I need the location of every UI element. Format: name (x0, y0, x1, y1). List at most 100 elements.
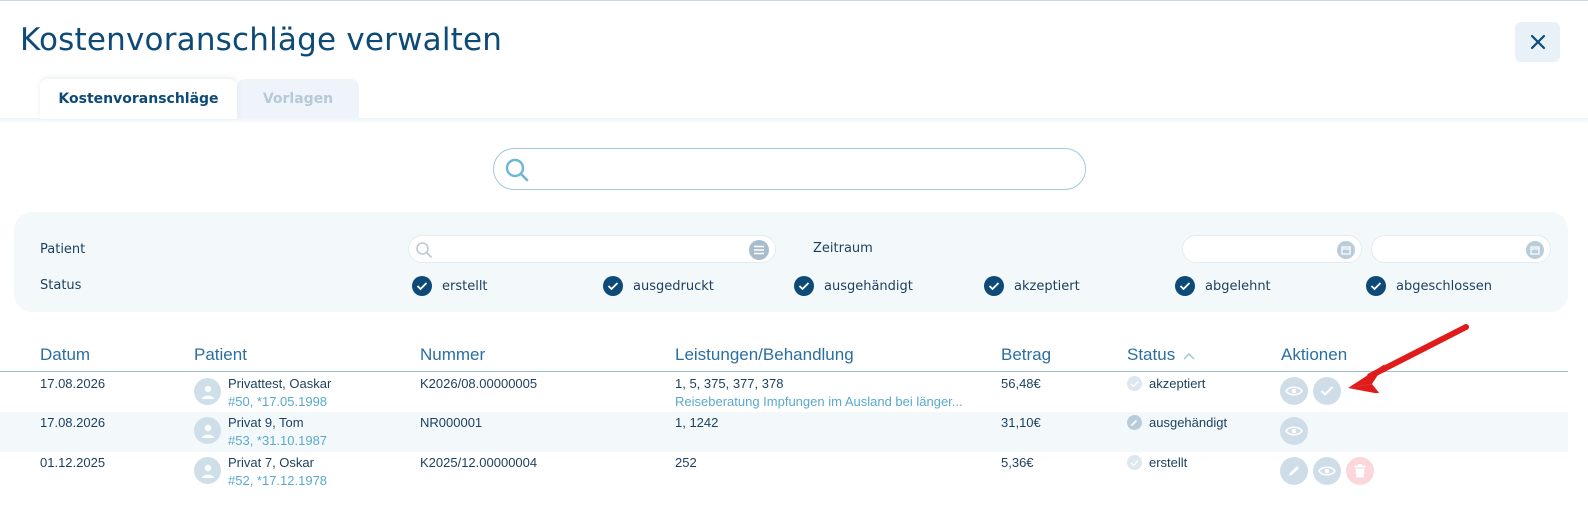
cell-patient-name[interactable]: Privattest, Oaskar (228, 376, 331, 391)
page-title: Kostenvoranschläge verwalten (20, 22, 503, 58)
status-filter-label: Status (40, 278, 82, 293)
eye-icon (1285, 426, 1303, 436)
check-icon (1320, 386, 1334, 396)
status-checkbox-label: erstellt (442, 278, 488, 294)
edit-button[interactable] (1280, 457, 1308, 485)
check-icon (988, 282, 1000, 291)
cell-nummer: K2025/12.00000004 (420, 455, 538, 470)
checkbox-checked (412, 276, 432, 296)
patient-filter-input[interactable] (439, 241, 735, 259)
cell-nummer: NR000001 (420, 415, 483, 430)
column-header-datum[interactable]: Datum (40, 345, 90, 365)
check-icon (607, 282, 619, 291)
status-checkbox-label: abgelehnt (1205, 278, 1271, 294)
date-from-field (1182, 235, 1362, 263)
cell-datum: 17.08.2026 (40, 376, 106, 391)
patient-list-button[interactable] (749, 240, 769, 260)
column-header-betrag[interactable]: Betrag (1001, 345, 1051, 365)
status-accepted-icon (1127, 376, 1142, 391)
search-input[interactable] (539, 157, 1069, 181)
date-to-input[interactable] (1384, 241, 1514, 259)
annotation-arrow-icon (1348, 324, 1469, 393)
column-header-patient[interactable]: Patient (194, 345, 247, 365)
cell-datum: 17.08.2026 (40, 415, 106, 430)
cell-status: akzeptiert (1149, 376, 1206, 391)
cell-leistungen-description: Reiseberatung Impfungen im Ausland bei l… (675, 394, 963, 409)
status-checkbox-abgeschlossen[interactable]: abgeschlossen (1366, 276, 1492, 296)
checkbox-checked (1175, 276, 1195, 296)
cell-nummer: K2026/08.00000005 (420, 376, 538, 391)
status-checkbox-ausgehaendigt[interactable]: ausgehändigt (794, 276, 913, 296)
status-checkbox-ausgedruckt[interactable]: ausgedruckt (603, 276, 714, 296)
main-search-box (493, 148, 1086, 190)
pencil-icon (1289, 466, 1299, 476)
cell-datum: 01.12.2025 (40, 455, 106, 470)
date-from-calendar-button[interactable] (1337, 241, 1355, 259)
list-icon (754, 245, 764, 255)
column-header-leistungen[interactable]: Leistungen/Behandlung (675, 345, 854, 365)
check-icon (416, 282, 428, 291)
status-checkbox-erstellt[interactable]: erstellt (412, 276, 488, 296)
avatar (194, 378, 221, 405)
column-header-nummer[interactable]: Nummer (420, 345, 485, 365)
tab-vorlagen[interactable]: Vorlagen (237, 79, 359, 119)
tab-kostenvoranschlaege[interactable]: Kostenvoranschläge (40, 79, 237, 119)
cell-patient-details: #53, *31.10.1987 (228, 433, 328, 448)
user-icon (201, 464, 214, 478)
status-handed-out-icon (1127, 415, 1142, 430)
search-icon (416, 242, 432, 258)
cell-patient-details: #50, *17.05.1998 (228, 394, 328, 409)
status-created-icon (1127, 455, 1142, 470)
date-from-input[interactable] (1195, 241, 1325, 259)
calendar-icon (1341, 246, 1351, 255)
calendar-icon (1530, 246, 1540, 255)
tab-bar: Kostenvoranschläge Vorlagen (40, 79, 359, 119)
check-icon (1370, 282, 1382, 291)
tab-divider (0, 118, 1588, 124)
accept-button[interactable] (1313, 377, 1341, 405)
cell-patient-name[interactable]: Privat 7, Oskar (228, 455, 314, 470)
cell-betrag: 56,48€ (1001, 376, 1041, 391)
status-checkbox-label: abgeschlossen (1396, 278, 1492, 294)
cell-betrag: 5,36€ (1001, 455, 1034, 470)
cell-patient-name[interactable]: Privat 9, Tom (228, 415, 304, 430)
column-header-status-label: Status (1127, 345, 1176, 364)
eye-icon (1285, 386, 1303, 396)
patient-filter-field (408, 235, 776, 263)
column-header-status[interactable]: Status (1127, 345, 1195, 365)
eye-icon (1318, 466, 1336, 476)
view-button[interactable] (1313, 457, 1341, 485)
cell-leistungen: 1, 1242 (675, 415, 719, 430)
status-checkbox-label: ausgedruckt (633, 278, 714, 294)
cell-status: ausgehändigt (1149, 415, 1228, 430)
avatar (194, 417, 221, 444)
user-icon (201, 385, 214, 399)
status-checkbox-abgelehnt[interactable]: abgelehnt (1175, 276, 1271, 296)
checkbox-checked (603, 276, 623, 296)
view-button[interactable] (1280, 377, 1308, 405)
checkbox-checked (794, 276, 814, 296)
close-button[interactable] (1515, 22, 1560, 62)
check-icon (1179, 282, 1191, 291)
user-icon (201, 424, 214, 438)
cell-leistungen: 252 (675, 455, 697, 470)
close-icon (1530, 34, 1545, 50)
checkbox-checked (984, 276, 1004, 296)
cell-patient-details: #52, *17.12.1978 (228, 473, 328, 488)
cell-status: erstellt (1149, 455, 1188, 470)
cell-betrag: 31,10€ (1001, 415, 1041, 430)
delete-button[interactable] (1346, 457, 1374, 485)
date-to-calendar-button[interactable] (1526, 241, 1544, 259)
checkbox-checked (1366, 276, 1386, 296)
search-icon (505, 158, 529, 182)
status-checkbox-label: ausgehändigt (824, 278, 913, 294)
zeitraum-filter-label: Zeitraum (813, 241, 873, 256)
view-button[interactable] (1280, 417, 1308, 445)
column-header-aktionen: Aktionen (1281, 345, 1348, 364)
cell-leistungen: 1, 5, 375, 377, 378 (675, 376, 784, 391)
status-checkbox-label: akzeptiert (1014, 278, 1080, 294)
patient-filter-label: Patient (40, 242, 86, 257)
sort-ascending-icon (1183, 352, 1195, 360)
date-to-field (1371, 235, 1551, 263)
status-checkbox-akzeptiert[interactable]: akzeptiert (984, 276, 1080, 296)
